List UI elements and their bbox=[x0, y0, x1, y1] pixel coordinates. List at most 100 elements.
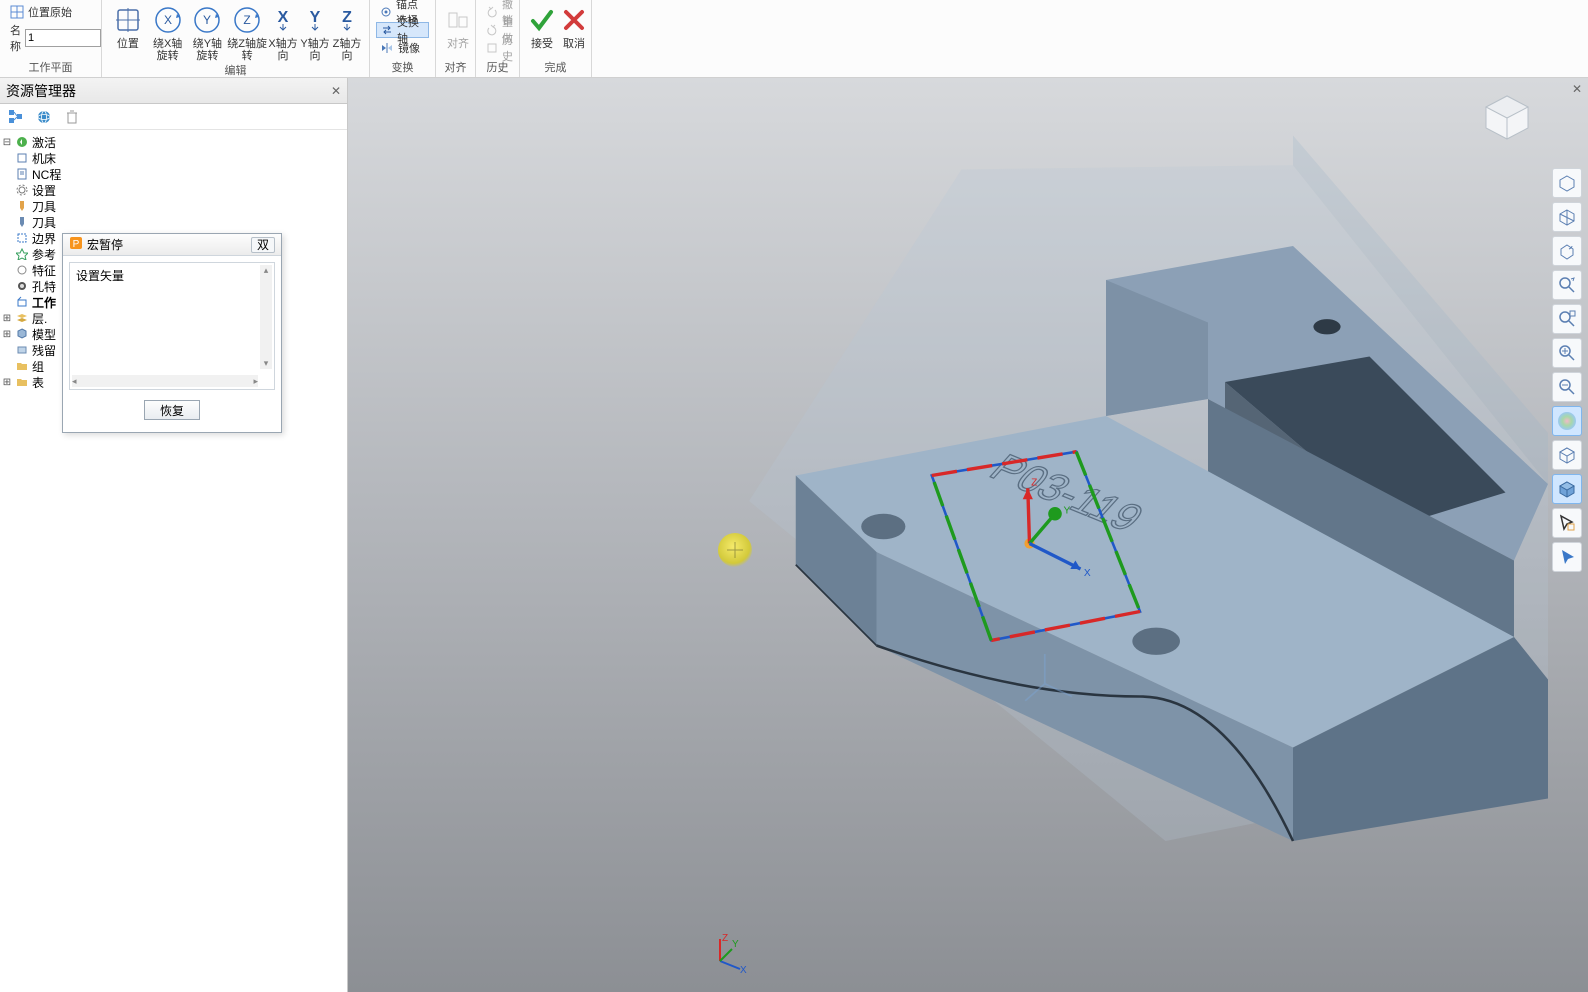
dir-z-icon: Z bbox=[331, 4, 363, 36]
group-label-finish: 完成 bbox=[520, 59, 591, 77]
resource-panel: 资源管理器 ✕ ⊟激活 机床 NC程 设置 刀具 刀具 边界 参考 特征 孔特 … bbox=[0, 78, 348, 992]
btn-dir-z-label: Z轴方向 bbox=[331, 38, 363, 62]
btn-dir-y[interactable]: Y Y轴方向 bbox=[299, 2, 331, 62]
btn-rot-x-label: 绕X轴旋转 bbox=[148, 38, 188, 62]
dialog-titlebar[interactable]: P 宏暂停 双 bbox=[63, 234, 281, 256]
zoom-out-button[interactable] bbox=[1552, 372, 1582, 402]
svg-text:Y: Y bbox=[732, 939, 739, 950]
rot-x-icon: X bbox=[152, 4, 184, 36]
wireframe-button[interactable] bbox=[1552, 440, 1582, 470]
tree-settings[interactable]: 设置 bbox=[2, 182, 345, 198]
cancel-label: 取消 bbox=[563, 38, 585, 50]
main-area: 资源管理器 ✕ ⊟激活 机床 NC程 设置 刀具 刀具 边界 参考 特征 孔特 … bbox=[0, 78, 1588, 992]
view-toolbar bbox=[1550, 168, 1584, 572]
view-persp-button[interactable] bbox=[1552, 202, 1582, 232]
zoom-window-button[interactable] bbox=[1552, 304, 1582, 334]
dir-y-icon: Y bbox=[299, 4, 331, 36]
btn-align[interactable]: 对齐 bbox=[442, 2, 474, 50]
btn-swap-axes[interactable]: 交换轴 bbox=[376, 22, 429, 38]
swap-icon bbox=[381, 23, 393, 37]
tree-tool2[interactable]: 刀具 bbox=[2, 214, 345, 230]
btn-mirror[interactable]: 镜像 bbox=[376, 40, 429, 56]
align-icon bbox=[442, 4, 474, 36]
svg-text:Z: Z bbox=[243, 13, 250, 27]
view-rotate-button[interactable] bbox=[1552, 236, 1582, 266]
work-icon bbox=[15, 295, 29, 309]
tree-machine[interactable]: 机床 bbox=[2, 150, 345, 166]
resource-toolbar bbox=[0, 104, 347, 130]
feature-icon bbox=[15, 263, 29, 277]
res-tool-globe[interactable] bbox=[34, 107, 54, 127]
select-button[interactable] bbox=[1552, 508, 1582, 538]
block-button[interactable] bbox=[1552, 474, 1582, 504]
btn-rot-z[interactable]: Z 绕Z轴旋转 bbox=[227, 2, 267, 62]
cursor-highlight bbox=[718, 533, 752, 567]
viewcube[interactable] bbox=[1480, 90, 1534, 144]
svg-text:P: P bbox=[73, 239, 80, 250]
redo-icon bbox=[486, 23, 498, 37]
dialog-restore-button[interactable]: 恢复 bbox=[144, 400, 200, 420]
ribbon-group-finish: 接受 取消 完成 bbox=[520, 0, 592, 77]
viewport-close-icon[interactable]: ✕ bbox=[1572, 82, 1582, 96]
btn-rot-z-label: 绕Z轴旋转 bbox=[227, 38, 267, 62]
svg-text:Y: Y bbox=[1064, 506, 1071, 517]
boundary-icon bbox=[15, 231, 29, 245]
btn-dir-z[interactable]: Z Z轴方向 bbox=[331, 2, 363, 62]
ribbon-group-history: 撤销 重做 历史 历史 bbox=[476, 0, 520, 77]
zoom-fit-button[interactable] bbox=[1552, 270, 1582, 300]
res-tool-tree[interactable] bbox=[6, 107, 26, 127]
view-iso-button[interactable] bbox=[1552, 168, 1582, 198]
gear-icon bbox=[15, 183, 29, 197]
btn-history[interactable]: 历史 bbox=[482, 40, 519, 56]
btn-position[interactable]: 位置 bbox=[108, 2, 148, 50]
dialog-app-icon: P bbox=[69, 236, 83, 253]
svg-text:Z: Z bbox=[1031, 478, 1037, 489]
machine-icon bbox=[15, 151, 29, 165]
vscrollbar[interactable]: ▴▾ bbox=[260, 265, 272, 369]
mirror-label: 镜像 bbox=[398, 40, 420, 56]
ribbon-group-align: 对齐 对齐 bbox=[436, 0, 476, 77]
dialog-pin-button[interactable]: 双 bbox=[251, 237, 275, 253]
tree-activate[interactable]: ⊟激活 bbox=[2, 134, 345, 150]
mirror-icon bbox=[380, 41, 394, 55]
shaded-button[interactable] bbox=[1552, 406, 1582, 436]
name-label: 名称 bbox=[10, 22, 21, 54]
folder-icon bbox=[15, 359, 29, 373]
zoom-in-button[interactable] bbox=[1552, 338, 1582, 368]
resource-title: 资源管理器 bbox=[6, 81, 76, 101]
svg-text:Z: Z bbox=[342, 9, 352, 26]
dialog-prompt: 设置矢量 bbox=[76, 269, 124, 283]
dialog-listbox[interactable]: 设置矢量 ▴▾ ◂▸ bbox=[69, 262, 275, 390]
btn-dir-x[interactable]: X X轴方向 bbox=[267, 2, 299, 62]
nc-icon bbox=[15, 167, 29, 181]
group-label-workplane: 工作平面 bbox=[0, 59, 101, 77]
svg-text:X: X bbox=[1084, 568, 1091, 579]
viewport-3d[interactable]: ✕ bbox=[348, 78, 1588, 992]
dir-x-icon: X bbox=[267, 4, 299, 36]
part-model: P03-119 Z bbox=[698, 78, 1548, 992]
stock-icon bbox=[15, 343, 29, 357]
tree-tool1[interactable]: 刀具 bbox=[2, 198, 345, 214]
history-icon bbox=[486, 41, 498, 55]
ribbon: 位置原始 名称 工作平面 位置 X 绕X轴旋转 bbox=[0, 0, 1588, 78]
btn-rot-x[interactable]: X 绕X轴旋转 bbox=[148, 2, 188, 62]
tree-nc[interactable]: NC程 bbox=[2, 166, 345, 182]
check-icon bbox=[526, 4, 558, 36]
pos-origin-label: 位置原始 bbox=[28, 4, 72, 20]
ribbon-group-workplane: 位置原始 名称 工作平面 bbox=[0, 0, 102, 77]
cursor-button[interactable] bbox=[1552, 542, 1582, 572]
rot-y-icon: Y bbox=[191, 4, 223, 36]
btn-cancel[interactable]: 取消 bbox=[558, 2, 590, 50]
name-input[interactable] bbox=[25, 29, 101, 47]
resource-close-icon[interactable]: ✕ bbox=[331, 84, 341, 98]
btn-rot-y[interactable]: Y 绕Y轴旋转 bbox=[188, 2, 228, 62]
btn-accept[interactable]: 接受 bbox=[526, 2, 558, 50]
hscrollbar[interactable]: ◂▸ bbox=[72, 375, 258, 387]
dialog-title-text: 宏暂停 bbox=[87, 236, 123, 253]
activate-icon bbox=[15, 135, 29, 149]
accept-label: 接受 bbox=[531, 38, 553, 50]
group-label-align: 对齐 bbox=[436, 59, 475, 77]
model-icon bbox=[15, 327, 29, 341]
ribbon-group-transform: 锚点选择 交换轴 镜像 变换 bbox=[370, 0, 436, 77]
res-tool-delete[interactable] bbox=[62, 107, 82, 127]
